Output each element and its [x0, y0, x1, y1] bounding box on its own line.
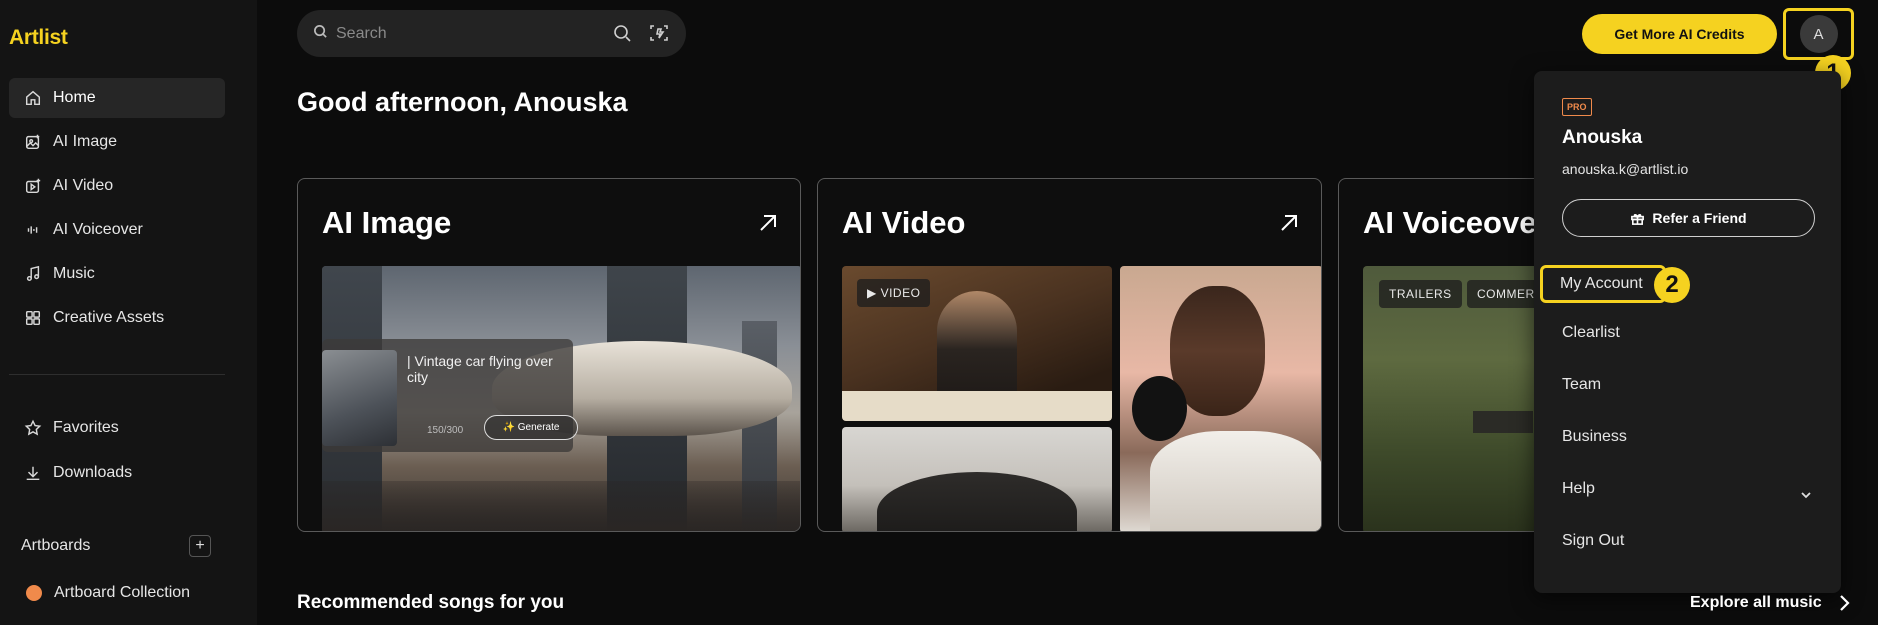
star-icon — [23, 418, 43, 438]
account-dropdown: PRO Anouska anouska.k@artlist.io Refer a… — [1534, 71, 1841, 593]
menu-item-business[interactable]: Business — [1562, 428, 1627, 446]
ai-video-title: AI Video — [842, 205, 966, 240]
video-tag: ▶ VIDEO — [857, 279, 931, 307]
ai-image-icon — [23, 132, 43, 152]
sidebar: Artlist Home AI Image AI Video AI Voiceo… — [0, 0, 257, 625]
sidebar-item-label: Home — [53, 89, 96, 106]
ai-video-card[interactable]: ▶ VIDEO AI Video — [817, 178, 1322, 532]
pro-badge: PRO — [1562, 98, 1592, 116]
search-icon — [313, 24, 328, 44]
sidebar-divider — [9, 374, 225, 375]
avatar-highlight: A — [1783, 8, 1854, 60]
download-icon — [23, 463, 43, 483]
step-marker-2: 2 — [1654, 267, 1690, 303]
artlist-logo[interactable]: Artlist — [9, 26, 68, 50]
sidebar-item-creative-assets[interactable]: Creative Assets — [9, 298, 225, 338]
menu-item-clearlist[interactable]: Clearlist — [1562, 324, 1620, 342]
explore-all-music-link[interactable]: Explore all music — [1690, 594, 1852, 612]
sidebar-item-label: AI Image — [53, 133, 118, 150]
arrow-up-right-icon[interactable] — [756, 211, 780, 240]
prompt-text: | Vintage car flying over city — [407, 353, 553, 385]
explore-label: Explore all music — [1690, 594, 1822, 611]
city-base — [322, 481, 800, 531]
ai-video-icon — [23, 176, 43, 196]
cabin-figure — [1473, 411, 1533, 433]
sidebar-item-ai-image[interactable]: AI Image — [9, 122, 225, 162]
arrow-up-right-icon[interactable] — [1277, 211, 1301, 240]
avatar[interactable]: A — [1799, 15, 1838, 53]
ai-voiceover-title: AI Voiceover — [1363, 205, 1549, 240]
ai-image-card[interactable]: AI Image | Vintage car flying over city … — [297, 178, 801, 532]
sidebar-item-downloads[interactable]: Downloads — [9, 453, 225, 493]
sidebar-item-ai-voiceover[interactable]: AI Voiceover — [9, 210, 225, 250]
visual-search-icon[interactable] — [649, 23, 669, 48]
menu-item-my-account[interactable]: My Account — [1540, 265, 1666, 303]
sidebar-item-label: Creative Assets — [53, 309, 165, 326]
artboard-color-dot — [26, 585, 42, 601]
menu-item-sign-out[interactable]: Sign Out — [1562, 532, 1624, 550]
generate-button[interactable]: ✨ Generate — [484, 415, 578, 440]
refer-label: Refer a Friend — [1652, 210, 1747, 226]
search-bar — [297, 10, 686, 57]
sidebar-item-label: AI Voiceover — [53, 221, 143, 238]
chevron-down-icon[interactable] — [1799, 488, 1813, 507]
white-drape — [1150, 431, 1321, 531]
menu-item-team[interactable]: Team — [1562, 376, 1601, 394]
ai-image-title: AI Image — [322, 205, 452, 240]
prompt-counter: 150/300 — [427, 425, 464, 436]
sidebar-item-label: Favorites — [53, 419, 119, 436]
ai-video-preview-portrait — [1120, 266, 1321, 531]
sidebar-item-ai-video[interactable]: AI Video — [9, 166, 225, 206]
main-nav: Home AI Image AI Video AI Voiceover Musi… — [9, 78, 225, 342]
sidebar-item-home[interactable]: Home — [9, 78, 225, 118]
get-more-ai-credits-button[interactable]: Get More AI Credits — [1582, 14, 1777, 54]
crow-figure — [1132, 376, 1187, 441]
secondary-nav: Favorites Downloads — [9, 408, 225, 498]
search-input[interactable] — [336, 24, 606, 43]
ai-video-preview-mountain — [842, 427, 1112, 531]
sidebar-item-label: AI Video — [53, 177, 114, 194]
artboard-label: Artboard Collection — [54, 584, 191, 601]
voiceover-icon — [23, 220, 43, 240]
menu-item-help[interactable]: Help — [1562, 480, 1595, 498]
table-cloth — [842, 391, 1112, 421]
sidebar-item-music[interactable]: Music — [9, 254, 225, 294]
account-email: anouska.k@artlist.io — [1562, 161, 1689, 177]
generate-panel: | Vintage car flying over city 150/300 ✨… — [322, 339, 578, 452]
sidebar-item-label: Downloads — [53, 464, 133, 481]
artboards-header: Artboards + — [21, 535, 211, 557]
home-icon — [23, 88, 43, 108]
page-title: Good afternoon, Anouska — [297, 87, 628, 117]
mountain-peak — [877, 472, 1077, 531]
account-name: Anouska — [1562, 127, 1643, 148]
music-icon — [23, 264, 43, 284]
refer-a-friend-button[interactable]: Refer a Friend — [1562, 199, 1815, 237]
sidebar-item-favorites[interactable]: Favorites — [9, 408, 225, 448]
search-submit-icon[interactable] — [612, 23, 632, 48]
trailers-tag: TRAILERS — [1379, 280, 1462, 308]
chevron-right-icon — [1839, 595, 1850, 611]
artboard-collection-item[interactable]: Artboard Collection — [26, 584, 190, 602]
sidebar-item-label: Music — [53, 265, 95, 282]
artboards-label: Artboards — [21, 537, 91, 554]
recommended-songs-title: Recommended songs for you — [297, 592, 565, 613]
add-artboard-button[interactable]: + — [189, 535, 211, 557]
grid-icon — [23, 308, 43, 328]
generated-thumbnail — [322, 350, 397, 446]
gift-icon — [1631, 213, 1645, 225]
